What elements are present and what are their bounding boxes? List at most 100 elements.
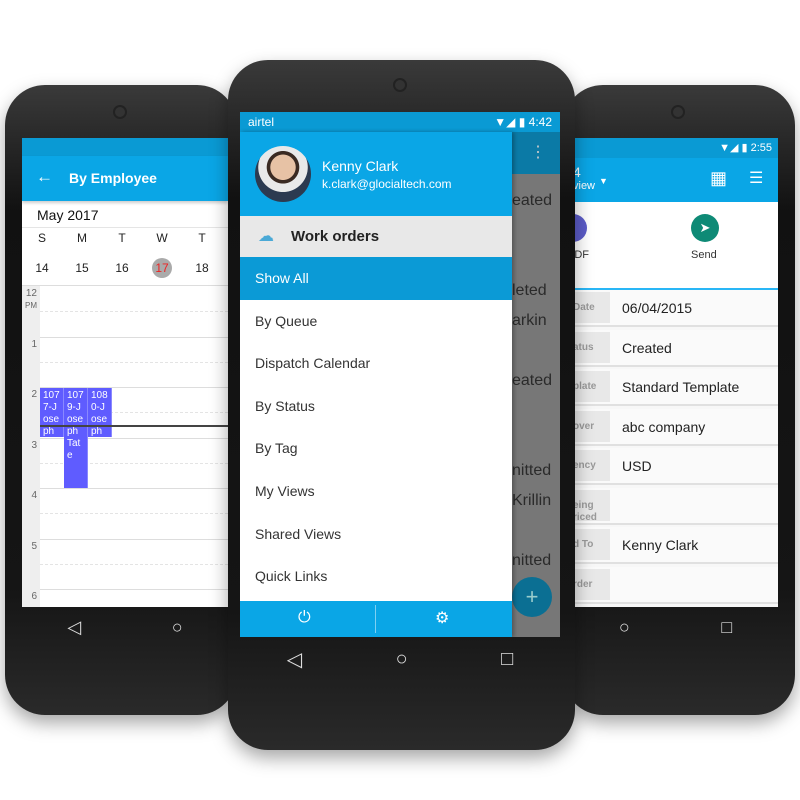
current-time-line xyxy=(40,425,228,427)
menu-item[interactable]: By Queue xyxy=(240,300,512,343)
hour-line xyxy=(40,538,228,540)
back-button[interactable]: ◁ xyxy=(67,617,81,638)
list-icon[interactable]: ☰ xyxy=(749,168,763,188)
user-name: Kenny Clark xyxy=(322,158,399,174)
overflow-menu-icon[interactable]: ⋮ xyxy=(512,132,560,174)
date-cell[interactable]: 14 xyxy=(22,258,62,278)
pdf-icon[interactable] xyxy=(573,214,587,242)
section-header: ☁ Work orders xyxy=(240,216,512,257)
home-button[interactable]: ○ xyxy=(172,617,183,638)
center-screen: ⋮ eated leted arkin eated nitted Krillin nitte… xyxy=(240,112,560,637)
month-label: May 2017 xyxy=(37,207,99,223)
settings-gear-icon[interactable]: ⚙ xyxy=(435,608,449,628)
date-cell[interactable]: 17 xyxy=(152,258,172,278)
hour-label: 3 xyxy=(31,439,37,451)
nav-bar: ○ □ xyxy=(573,607,778,647)
nav-bar: ◁ ○ xyxy=(22,607,228,647)
dropdown-icon[interactable]: ▼ xyxy=(599,176,608,186)
field-row: over abc company xyxy=(573,408,778,446)
date-cell[interactable]: 15 xyxy=(62,258,102,278)
view-selector[interactable]: view xyxy=(573,180,595,192)
hour-label: 1 xyxy=(31,338,37,350)
half-hour-line xyxy=(40,563,228,565)
menu-item[interactable]: Show All xyxy=(240,257,512,300)
left-phone: ← By Employee May 2017 S 14 M 15 T 16 W 17 T 18 1… xyxy=(5,85,237,715)
recent-apps-button[interactable]: □ xyxy=(501,648,513,671)
field-label: eing riced xyxy=(573,489,610,523)
list-fragment: nitted xyxy=(512,462,552,479)
date-cell[interactable]: 18 xyxy=(182,258,222,278)
date-cell[interactable]: 16 xyxy=(102,258,142,278)
avatar[interactable] xyxy=(255,146,311,202)
field-value[interactable]: 06/04/2015 xyxy=(622,300,692,316)
weekday-label: M xyxy=(77,231,87,245)
field-row: atus Created xyxy=(573,329,778,367)
event-block[interactable]: 1077-Joseph Tate xyxy=(40,388,64,437)
menu-item[interactable]: Dispatch Calendar xyxy=(240,342,512,385)
hour-line xyxy=(40,488,228,489)
list-fragment: arkin xyxy=(512,312,547,329)
event-block[interactable]: 1079-Joseph Tate xyxy=(64,388,88,488)
signal-icon: ▼◢ ▮ xyxy=(494,115,529,129)
field-row: ency USD xyxy=(573,448,778,485)
left-screen: ← By Employee May 2017 S 14 M 15 T 16 W 17 T 18 1… xyxy=(22,138,228,607)
speaker xyxy=(393,78,407,92)
menu-item[interactable]: My Views xyxy=(240,470,512,513)
field-value[interactable]: Created xyxy=(622,340,672,356)
field-row: plate Standard Template xyxy=(573,369,778,406)
work-orders-icon: ☁ xyxy=(258,228,274,245)
add-fab[interactable]: + xyxy=(512,577,552,617)
back-arrow-icon[interactable]: ← xyxy=(36,167,53,187)
field-value[interactable]: abc company xyxy=(622,419,705,435)
list-fragment: Krillin xyxy=(512,492,552,509)
back-button[interactable]: ◁ xyxy=(287,647,302,672)
hour-label: 12 xyxy=(25,288,37,299)
field-value[interactable]: Standard Template xyxy=(622,379,739,395)
field-label: atus xyxy=(573,331,610,363)
send-icon[interactable]: ➤ xyxy=(691,214,719,242)
home-button[interactable]: ○ xyxy=(619,617,630,638)
app-bar: 4 view ▼ ▦ ☰ xyxy=(573,158,778,202)
drawer-header: Kenny Clark k.clark@glocialtech.com xyxy=(240,132,512,216)
menu-item[interactable]: Shared Views xyxy=(240,513,512,556)
speaker xyxy=(113,105,127,119)
weekday-label: W xyxy=(156,231,168,245)
power-icon[interactable]: ⏻ xyxy=(298,609,311,627)
drawer-footer: ⏻ ⚙ xyxy=(240,601,512,637)
home-button[interactable]: ○ xyxy=(396,648,408,671)
menu-item[interactable]: Quick Links xyxy=(240,555,512,598)
navigation-drawer: Kenny Clark k.clark@glocialtech.com ☁ Wo… xyxy=(240,132,512,637)
field-row: Date 06/04/2015 xyxy=(573,290,778,327)
nav-bar: ◁ ○ □ xyxy=(240,637,560,682)
app-bar: ← By Employee xyxy=(22,156,228,201)
weekday-label: T xyxy=(198,231,206,245)
pdf-label[interactable]: PDF xyxy=(573,249,589,261)
event-block[interactable]: 1080-Joseph Tate xyxy=(88,388,112,437)
user-email: k.clark@glocialtech.com xyxy=(322,177,452,191)
clock: 2:55 xyxy=(750,142,772,154)
half-hour-line xyxy=(40,361,228,363)
hour-label: 5 xyxy=(31,540,37,552)
speaker xyxy=(671,105,685,119)
weekday-label: S xyxy=(37,231,46,245)
field-value[interactable]: Kenny Clark xyxy=(622,537,698,553)
right-screen: ▼◢ ▮ 2:55 4 view ▼ ▦ ☰ PDF ➤ Send Date 06… xyxy=(573,138,778,607)
status-bar xyxy=(22,138,228,156)
grid-icon[interactable]: ▦ xyxy=(710,168,727,189)
center-phone: ⋮ eated leted arkin eated nitted Krillin nitte… xyxy=(228,60,575,750)
menu-item[interactable]: By Tag xyxy=(240,427,512,470)
recent-apps-button[interactable]: □ xyxy=(721,617,732,638)
status-bar: airtel ▼◢ ▮ 4:42 xyxy=(240,112,560,132)
hour-label: 4 xyxy=(31,490,37,501)
status-bar: ▼◢ ▮ 2:55 xyxy=(573,138,778,158)
hour-label: 6 xyxy=(31,591,37,602)
field-value[interactable]: USD xyxy=(622,458,652,474)
send-label[interactable]: Send xyxy=(691,249,717,261)
clock: 4:42 xyxy=(528,115,552,129)
right-phone: ▼◢ ▮ 2:55 4 view ▼ ▦ ☰ PDF ➤ Send Date 06… xyxy=(563,85,795,715)
menu-item[interactable]: By Status xyxy=(240,385,512,428)
list-fragment: nitted xyxy=(512,552,552,569)
half-hour-line xyxy=(40,311,228,312)
field-row: d To Kenny Clark xyxy=(573,527,778,564)
section-title: Work orders xyxy=(291,228,380,245)
